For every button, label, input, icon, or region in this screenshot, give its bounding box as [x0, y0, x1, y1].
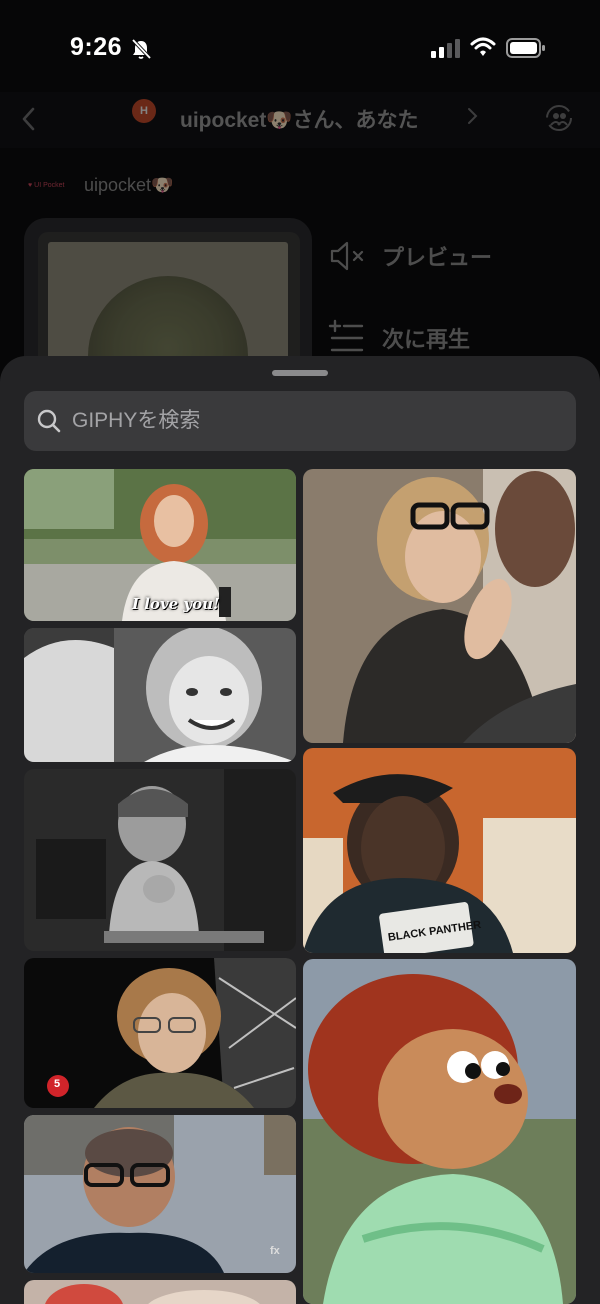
gif-picker-sheet: I love you! [0, 356, 600, 1304]
sheet-grabber[interactable] [272, 370, 328, 376]
wifi-icon [470, 37, 496, 56]
gif-thumbnail [24, 628, 296, 762]
status-time: 9:26 [70, 33, 123, 61]
gif-caption: I love you! [132, 595, 220, 613]
gif-result-8[interactable]: BLACK PANTHER [303, 748, 576, 953]
gif-result-2[interactable] [24, 628, 296, 762]
gif-thumbnail [24, 769, 296, 951]
gif-thumbnail [24, 1280, 296, 1304]
gif-result-9[interactable] [303, 959, 576, 1304]
cellular-signal-icon [431, 39, 460, 58]
gif-thumbnail [303, 469, 576, 743]
channel-logo: 5 [54, 1078, 61, 1090]
gif-result-7[interactable] [303, 469, 576, 743]
gif-result-6[interactable] [24, 1280, 296, 1304]
gif-result-1[interactable]: I love you! [24, 469, 296, 621]
giphy-search-input[interactable] [72, 391, 562, 451]
gif-result-4[interactable]: 5 [24, 958, 296, 1108]
gif-thumbnail: BLACK PANTHER [303, 748, 576, 953]
battery-icon [506, 38, 545, 58]
gif-thumbnail [303, 959, 576, 1304]
search-icon [37, 409, 61, 433]
giphy-search-field[interactable] [24, 391, 576, 451]
gif-thumbnail [24, 958, 296, 1108]
gif-result-3[interactable] [24, 769, 296, 951]
silent-bell-icon [131, 38, 152, 60]
channel-logo: fx [270, 1245, 280, 1257]
status-bar: 9:26 [0, 0, 600, 96]
gif-result-5[interactable]: fx [24, 1115, 296, 1273]
gif-thumbnail [24, 1115, 296, 1273]
